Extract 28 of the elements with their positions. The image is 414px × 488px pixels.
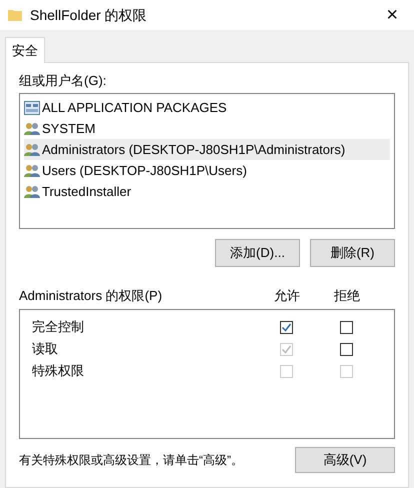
list-item[interactable]: ALL APPLICATION PACKAGES (24, 97, 390, 118)
list-item[interactable]: SYSTEM (24, 118, 390, 139)
list-item[interactable]: TrustedInstaller (24, 181, 390, 202)
close-button[interactable]: × (378, 5, 406, 25)
list-item[interactable]: Administrators (DESKTOP-J80SH1P\Administrators) (24, 139, 390, 160)
tab[interactable]: 安全 (5, 37, 45, 63)
advanced-button[interactable]: 高级(V) (295, 447, 395, 473)
permission-name: 特殊权限 (32, 362, 85, 380)
footer-text: 有关特殊权限或高级设置，请单击“高级”。 (19, 452, 244, 469)
users-icon (24, 122, 40, 136)
action-button[interactable]: 添加(D)... (215, 239, 300, 267)
permission-name: 读取 (32, 340, 59, 358)
permissions-label: Administrators 的权限(P) (19, 287, 164, 306)
folder-icon (8, 8, 22, 22)
column-heading: 拒绝 (333, 287, 361, 306)
deny-checkbox[interactable] (340, 342, 352, 356)
allow-checkbox[interactable] (280, 320, 292, 334)
window-title: ShellFolder 的权限 (30, 6, 147, 24)
column-heading: 允许 (273, 287, 301, 306)
users-icon (24, 142, 40, 156)
users-icon (24, 184, 40, 198)
permission-name: 完全控制 (32, 318, 85, 336)
package-icon (24, 100, 40, 114)
list-item[interactable]: Users (DESKTOP-J80SH1P\Users) (24, 160, 390, 181)
users-icon (24, 164, 40, 178)
deny-checkbox[interactable] (340, 320, 352, 334)
action-button[interactable]: 删除(R) (310, 239, 395, 267)
groups-label: 组或用户名(G): (19, 72, 108, 89)
